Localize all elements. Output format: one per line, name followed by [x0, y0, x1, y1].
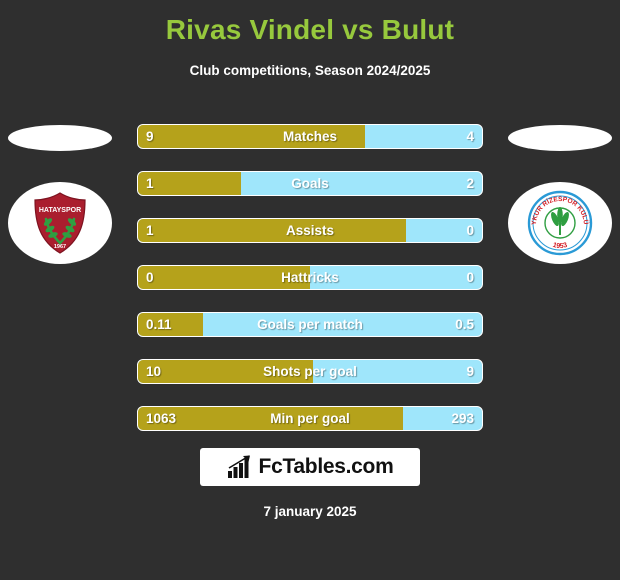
table-row: 9 Matches 4	[137, 124, 483, 149]
svg-text:1967: 1967	[54, 244, 66, 250]
away-value: 0	[466, 270, 474, 285]
page-subtitle: Club competitions, Season 2024/2025	[189, 63, 431, 78]
fctables-logo[interactable]: FcTables.com	[200, 448, 420, 486]
stat-comparison-page: Rivas Vindel vs Bulut Club competitions,…	[0, 0, 620, 580]
decorative-ellipse-right	[508, 125, 612, 151]
page-title: Rivas Vindel vs Bulut	[165, 14, 455, 45]
fctables-brand-text: FcTables.com	[258, 455, 394, 478]
caykur-rizespor-crest-icon: ÇAYKUR RİZESPOR KULÜBÜ 1953	[522, 185, 593, 256]
away-value: 0.5	[455, 317, 474, 332]
table-row: 1 Assists 0	[137, 218, 483, 243]
table-row: 10 Shots per goal 9	[137, 359, 483, 384]
stat-label: Min per goal	[270, 411, 350, 426]
away-value: 4	[466, 129, 474, 144]
away-value: 0	[466, 223, 474, 238]
away-value: 9	[466, 364, 474, 379]
home-team-badge: HATAYSPOR 1967	[8, 182, 112, 264]
date-label: 7 january 2025	[263, 504, 357, 519]
stat-label: Matches	[282, 129, 338, 144]
bar-chart-arrow-icon	[227, 455, 250, 478]
decorative-ellipse-left	[8, 125, 112, 151]
svg-text:1953: 1953	[552, 242, 568, 250]
away-team-badge: ÇAYKUR RİZESPOR KULÜBÜ 1953	[508, 182, 612, 264]
stats-list: 9 Matches 4 1 Goals 2 1 Assists 0 0 Hatt…	[137, 124, 483, 453]
svg-text:HATAYSPOR: HATAYSPOR	[39, 207, 81, 214]
table-row: 0 Hattricks 0	[137, 265, 483, 290]
table-row: 1063 Min per goal 293	[137, 406, 483, 431]
table-row: 1 Goals 2	[137, 171, 483, 196]
stat-label: Assists	[285, 223, 335, 238]
away-value: 2	[466, 176, 474, 191]
away-value: 293	[451, 411, 474, 426]
hatayspor-crest-icon: HATAYSPOR 1967	[34, 192, 86, 254]
stat-label: Goals	[291, 176, 329, 191]
stat-label: Goals per match	[257, 317, 363, 332]
stat-label: Hattricks	[281, 270, 339, 285]
table-row: 0.11 Goals per match 0.5	[137, 312, 483, 337]
stat-label: Shots per goal	[263, 364, 357, 379]
